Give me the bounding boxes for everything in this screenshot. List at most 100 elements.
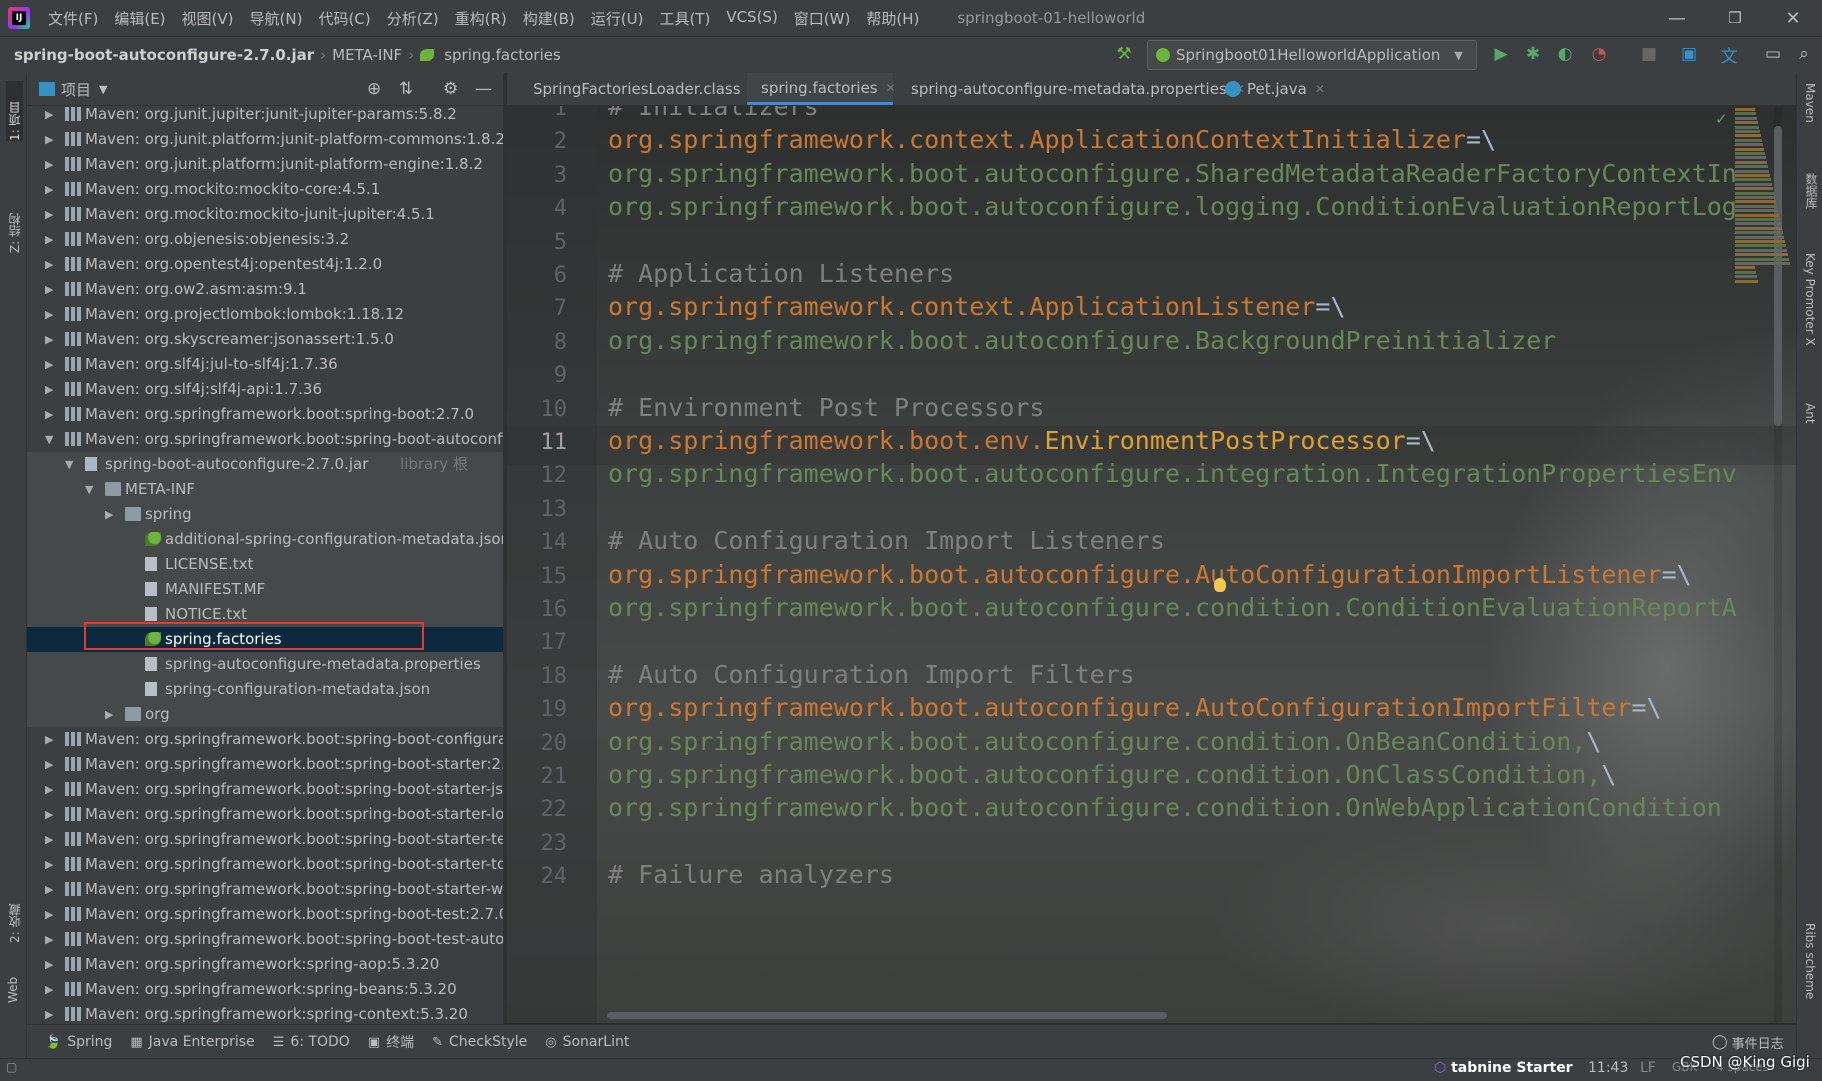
tree-expand-arrow-icon[interactable]: ▶	[45, 106, 53, 127]
menu-item[interactable]: 视图(V)	[174, 8, 242, 29]
tree-expand-arrow-icon[interactable]: ▶	[45, 852, 53, 877]
tree-expand-arrow-icon[interactable]: ▶	[45, 802, 53, 827]
web-tool-button[interactable]: Web	[6, 963, 20, 1003]
menu-item[interactable]: 构建(B)	[515, 8, 583, 29]
breadcrumb-spring-factories[interactable]: spring.factories	[438, 46, 567, 64]
tree-node[interactable]: spring-configuration-metadata.json	[27, 677, 503, 702]
tree-expand-arrow-icon[interactable]: ▶	[45, 977, 53, 1002]
maven-tool-button[interactable]: Maven	[1803, 83, 1817, 123]
key-promoter-tool-button[interactable]: Key Promoter X	[1803, 253, 1817, 346]
build-hammer-icon[interactable]: ⚒	[1110, 40, 1138, 68]
menu-item[interactable]: VCS(S)	[718, 8, 785, 29]
ribs-scheme-tool-button[interactable]: Ribs scheme	[1803, 923, 1817, 999]
tree-node[interactable]: ▶ Maven: org.junit.platform:junit-platfor…	[27, 152, 503, 177]
tree-node[interactable]: ▶ Maven: org.mockito:mockito-core:4.5.1	[27, 177, 503, 202]
editor-tab[interactable]: spring.factories ✕	[747, 73, 896, 105]
horizontal-scrollbar-thumb[interactable]	[607, 1012, 1167, 1019]
structure-tool-button[interactable]: Z: 结构	[6, 173, 23, 253]
debug-icon[interactable]: ✱	[1519, 40, 1547, 68]
bottom-tool-button[interactable]: 🍃 Spring	[45, 1034, 112, 1050]
tree-expand-arrow-icon[interactable]: ▶	[45, 827, 53, 852]
tree-node[interactable]: ▶ Maven: org.springframework.boot:spring-…	[27, 902, 503, 927]
breadcrumb-meta-inf[interactable]: META-INF	[326, 46, 408, 64]
bottom-tool-button[interactable]: ☰ 6: TODO	[273, 1034, 350, 1050]
menu-item[interactable]: 分析(Z)	[379, 8, 447, 29]
run-icon[interactable]: ▶	[1487, 40, 1515, 68]
tree-node[interactable]: ▶ Maven: org.ow2.asm:asm:9.1	[27, 277, 503, 302]
menu-item[interactable]: 代码(C)	[310, 8, 378, 29]
editor-tab[interactable]: Pet.java ✕	[1217, 73, 1325, 105]
tree-node[interactable]: ▶ Maven: org.springframework.boot:spring-…	[27, 402, 503, 427]
intention-bulb-icon[interactable]	[1214, 578, 1226, 592]
tree-node[interactable]: ▶ Maven: org.springframework.boot:spring-…	[27, 852, 503, 877]
profile-icon[interactable]: ◔	[1585, 40, 1613, 68]
tree-node[interactable]: ▶ Maven: org.springframework:spring-conte…	[27, 1002, 503, 1024]
tree-expand-arrow-icon[interactable]: ▶	[45, 902, 53, 927]
tree-node[interactable]: ▶ Maven: org.springframework.boot:spring-…	[27, 752, 503, 777]
inspection-ok-icon[interactable]: ✓	[1715, 110, 1728, 128]
tree-node[interactable]: ▶ Maven: org.mockito:mockito-junit-jupite…	[27, 202, 503, 227]
tree-node[interactable]: MANIFEST.MF	[27, 577, 503, 602]
tree-expand-arrow-icon[interactable]: ▶	[45, 302, 53, 327]
event-log-button[interactable]: ◯ 事件日志	[1712, 1033, 1784, 1052]
tree-expand-arrow-icon[interactable]: ▼	[85, 477, 93, 502]
locate-file-icon[interactable]: ⊕	[367, 79, 381, 99]
menu-item[interactable]: 文件(F)	[40, 8, 106, 29]
tree-expand-arrow-icon[interactable]: ▶	[45, 877, 53, 902]
bottom-tool-button[interactable]: ✎ CheckStyle	[432, 1034, 527, 1050]
tree-expand-arrow-icon[interactable]: ▶	[45, 727, 53, 752]
tree-node[interactable]: ▶ org	[27, 702, 503, 727]
bottom-tool-button[interactable]: ▣ 终端	[368, 1032, 414, 1052]
hide-panel-icon[interactable]: —	[475, 79, 492, 99]
minimize-button[interactable]: —	[1648, 0, 1706, 36]
tree-expand-arrow-icon[interactable]: ▶	[45, 952, 53, 977]
menu-item[interactable]: 编辑(E)	[106, 8, 173, 29]
tree-expand-arrow-icon[interactable]: ▶	[45, 202, 53, 227]
tree-node[interactable]: ▶ Maven: org.springframework.boot:spring-…	[27, 827, 503, 852]
tree-expand-arrow-icon[interactable]: ▶	[45, 252, 53, 277]
menu-item[interactable]: 运行(U)	[583, 8, 652, 29]
menu-item[interactable]: 帮助(H)	[858, 8, 927, 29]
tree-node[interactable]: ▶ Maven: org.springframework:spring-aop:5…	[27, 952, 503, 977]
menu-item[interactable]: 导航(N)	[242, 8, 311, 29]
project-structure-icon[interactable]: ▣	[1675, 40, 1703, 68]
run-configuration-select[interactable]: Springboot01HelloworldApplication ▼	[1147, 40, 1477, 70]
tree-expand-arrow-icon[interactable]: ▶	[45, 227, 53, 252]
favorites-tool-button[interactable]: 2: 收藏	[6, 883, 23, 944]
project-tool-button[interactable]: 1: 项目	[6, 81, 23, 141]
tree-expand-arrow-icon[interactable]: ▶	[45, 327, 53, 352]
ant-tool-button[interactable]: Ant	[1803, 403, 1817, 424]
tree-expand-arrow-icon[interactable]: ▶	[45, 927, 53, 952]
tree-expand-arrow-icon[interactable]: ▶	[45, 1002, 53, 1024]
close-tab-icon[interactable]: ✕	[886, 81, 896, 95]
project-panel-title[interactable]: 项目	[61, 79, 91, 100]
tree-node[interactable]: ▶ Maven: org.opentest4j:opentest4j:1.2.0	[27, 252, 503, 277]
stop-icon[interactable]: ■	[1635, 40, 1663, 68]
layout-icon[interactable]: ▭	[1759, 40, 1787, 68]
tabnine-status[interactable]: ⬡ tabnine Starter	[1434, 1060, 1573, 1076]
tree-node[interactable]: ▶ Maven: org.projectlombok:lombok:1.18.12	[27, 302, 503, 327]
toggle-tool-windows-icon[interactable]: ▢	[6, 1060, 17, 1074]
tree-node[interactable]: ▶ Maven: org.springframework.boot:spring-…	[27, 802, 503, 827]
tree-node[interactable]: spring-autoconfigure-metadata.properties	[27, 652, 503, 677]
translate-icon[interactable]: 文	[1715, 40, 1743, 68]
tree-expand-arrow-icon[interactable]: ▶	[45, 277, 53, 302]
tree-node[interactable]: ▶ Maven: org.objenesis:objenesis:3.2	[27, 227, 503, 252]
bottom-tool-button[interactable]: ◎ SonarLint	[545, 1034, 629, 1050]
tree-node[interactable]: ▶ Maven: org.slf4j:jul-to-slf4j:1.7.36	[27, 352, 503, 377]
caret-position[interactable]: 11:43	[1588, 1060, 1628, 1076]
coverage-icon[interactable]: ◐	[1551, 40, 1579, 68]
tree-node[interactable]: ▶ Maven: org.springframework.boot:spring-…	[27, 727, 503, 752]
tree-node[interactable]: additional-spring-configuration-metadata…	[27, 527, 503, 552]
bottom-tool-button[interactable]: ▦ Java Enterprise	[130, 1034, 254, 1050]
breadcrumb-jar[interactable]: spring-boot-autoconfigure-2.7.0.jar	[0, 46, 320, 64]
editor-tab[interactable]: spring-autoconfigure-metadata.properties…	[897, 73, 1245, 105]
tree-node[interactable]: ▶ spring	[27, 502, 503, 527]
code-editor[interactable]: 1 2 3 4 5 6 7 8 9 10 11 12 13 14 15 16 17 18 19 20 21 22 23 24 …	[507, 106, 1796, 1023]
code-minimap[interactable]	[1733, 108, 1793, 288]
tree-node[interactable]: ▶ Maven: org.skyscreamer:jsonassert:1.5.0	[27, 327, 503, 352]
collapse-all-icon[interactable]: ⇅	[399, 79, 413, 99]
menu-item[interactable]: 窗口(W)	[786, 8, 859, 29]
editor-tab[interactable]: SpringFactoriesLoader.class✕	[519, 73, 759, 105]
tree-expand-arrow-icon[interactable]: ▼	[65, 452, 73, 477]
